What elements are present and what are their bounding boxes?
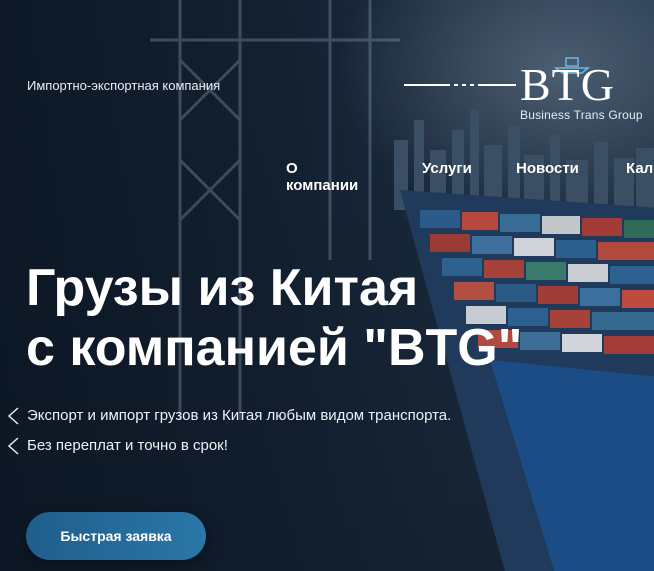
logo-subtitle: Business Trans Group	[520, 108, 643, 122]
headline-line-2: с компанией "BTG"	[26, 319, 523, 377]
chevron-left-icon	[7, 437, 19, 455]
bullet-text: Экспорт и импорт грузов из Китая любым в…	[27, 407, 452, 424]
logo-mark: BTG	[520, 59, 615, 110]
bullet-item: Экспорт и импорт грузов из Китая любым в…	[6, 404, 451, 434]
hero-bullets: Экспорт и импорт грузов из Китая любым в…	[6, 404, 451, 464]
bullet-text: Без переплат и точно в срок!	[27, 437, 228, 454]
nav-item-about[interactable]: О компании	[286, 160, 358, 194]
headline-line-1: Грузы из Китая	[26, 259, 419, 317]
nav-item-news[interactable]: Новости	[516, 160, 579, 177]
btg-logo[interactable]: BTG Business Trans Group	[404, 57, 644, 124]
logo-lines	[404, 84, 516, 86]
chevron-left-icon	[7, 407, 19, 425]
container-ship-image	[400, 190, 654, 571]
nav-item-services[interactable]: Услуги	[422, 160, 472, 177]
quick-request-button[interactable]: Быстрая заявка	[26, 512, 206, 560]
bullet-item: Без переплат и точно в срок!	[6, 434, 451, 464]
nav-item-calculator[interactable]: Кал	[626, 160, 653, 177]
hero-headline: Грузы из Китая с компанией "BTG"	[26, 258, 522, 378]
company-tagline: Импортно-экспортная компания	[27, 78, 221, 93]
